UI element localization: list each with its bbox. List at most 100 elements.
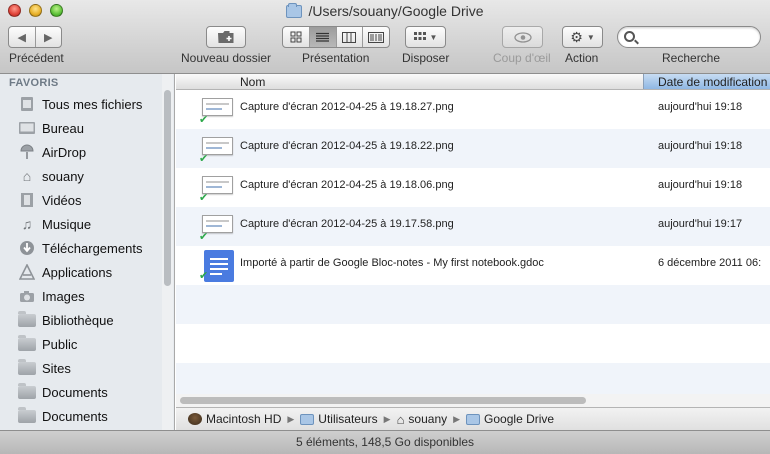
folder-icon — [18, 382, 36, 400]
sidebar-section-header: FAVORIS — [9, 77, 59, 89]
path-item-label: Google Drive — [484, 412, 555, 426]
sidebar-item-sites[interactable]: Sites — [18, 358, 71, 378]
path-item-google-drive[interactable]: Google Drive — [466, 412, 554, 426]
sidebar-scroll-thumb[interactable] — [164, 90, 171, 286]
sync-check-icon: ✔ — [199, 192, 209, 204]
sidebar-item-library[interactable]: Bibliothèque — [18, 310, 114, 330]
folder-icon — [466, 413, 481, 425]
file-date: aujourd'hui 19:18 — [658, 179, 743, 191]
arrange-label: Disposer — [402, 51, 450, 65]
list-view-button[interactable] — [309, 27, 337, 47]
airdrop-icon — [18, 144, 36, 160]
sidebar-item-public[interactable]: Public — [18, 334, 77, 354]
action-button[interactable]: ⚙ ▼ — [562, 26, 603, 48]
sidebar-item-downloads[interactable]: Téléchargements — [18, 238, 142, 258]
folder-icon — [300, 413, 315, 425]
file-date: aujourd'hui 19:18 — [658, 140, 743, 152]
file-date: aujourd'hui 19:17 — [658, 218, 743, 230]
file-list: Nom Date de modification ✔ Capture d'écr… — [176, 74, 770, 430]
arrange-button[interactable]: ▼ — [405, 26, 446, 48]
column-name-header[interactable]: Nom — [240, 75, 265, 89]
path-separator-icon: ▶ — [383, 413, 391, 424]
sync-check-icon: ✔ — [199, 231, 209, 243]
sidebar-item-label: souany — [42, 168, 84, 184]
sidebar-item-documents[interactable]: Documents — [18, 382, 108, 402]
sidebar-item-label: Images — [42, 288, 85, 304]
sidebar-item-images[interactable]: Images — [18, 286, 85, 306]
sidebar-item-music[interactable]: ♫ Musique — [18, 214, 91, 234]
table-row[interactable]: ✔ Capture d'écran 2012-04-25 à 19.17.58.… — [176, 207, 770, 246]
sidebar-item-documents-2[interactable]: Documents — [18, 406, 108, 426]
list-view-icon — [316, 32, 330, 42]
sync-check-icon: ✔ — [199, 270, 209, 282]
sidebar-item-label: Musique — [42, 216, 92, 232]
hard-drive-icon — [188, 413, 202, 425]
table-row[interactable]: ✔ Importé à partir de Google Bloc-notes … — [176, 246, 770, 285]
folder-icon — [18, 310, 36, 328]
back-arrow-icon[interactable]: ◀ — [9, 31, 35, 44]
table-row[interactable]: ✔ Capture d'écran 2012-04-25 à 19.18.27.… — [176, 90, 770, 129]
sidebar-item-home[interactable]: ⌂ souany — [18, 166, 84, 186]
applications-icon — [18, 264, 36, 280]
icon-view-button[interactable] — [283, 27, 310, 47]
sidebar-item-airdrop[interactable]: AirDrop — [18, 142, 86, 162]
sidebar-item-label: Vidéos — [42, 192, 82, 208]
all-files-icon — [18, 96, 36, 112]
sidebar-item-all-files[interactable]: Tous mes fichiers — [18, 94, 142, 114]
downloads-icon — [18, 240, 36, 256]
new-folder-icon — [218, 31, 234, 43]
new-folder-button[interactable] — [206, 26, 246, 48]
path-bar: Macintosh HD ▶ Utilisateurs ▶ ⌂ souany ▶… — [176, 407, 770, 430]
folder-icon — [18, 358, 36, 376]
path-item-home[interactable]: ⌂ souany — [397, 412, 448, 427]
empty-row — [176, 285, 770, 324]
sidebar-item-desktop[interactable]: Bureau — [18, 118, 84, 138]
search-icon — [624, 31, 635, 42]
sidebar-item-label: Bibliothèque — [42, 312, 114, 328]
view-mode-control — [282, 26, 390, 48]
window-title-text: /Users/souany/Google Drive — [308, 3, 484, 19]
presentation-label: Présentation — [302, 51, 370, 65]
google-doc-icon — [204, 250, 234, 282]
file-date: 6 décembre 2011 06: — [658, 257, 762, 269]
file-name: Importé à partir de Google Bloc-notes - … — [240, 257, 544, 269]
sidebar-item-label: AirDrop — [42, 144, 87, 160]
path-item-users[interactable]: Utilisateurs — [300, 412, 378, 426]
path-item-label: Utilisateurs — [318, 412, 378, 426]
sidebar-item-label: Public — [42, 336, 78, 352]
sidebar-item-label: Sites — [42, 360, 71, 376]
sidebar-item-label: Documents — [42, 384, 108, 400]
horizontal-scroll-thumb[interactable] — [180, 397, 586, 404]
file-name: Capture d'écran 2012-04-25 à 19.18.27.pn… — [240, 101, 454, 113]
icon-view-icon — [290, 31, 302, 43]
table-row[interactable]: ✔ Capture d'écran 2012-04-25 à 19.18.06.… — [176, 168, 770, 207]
sidebar-item-applications[interactable]: Applications — [18, 262, 112, 282]
camera-icon — [18, 288, 36, 304]
sync-check-icon: ✔ — [199, 114, 209, 126]
path-separator-icon: ▶ — [287, 413, 295, 424]
path-item-label: souany — [408, 412, 448, 426]
coverflow-view-button[interactable] — [363, 27, 389, 47]
back-label: Précédent — [9, 51, 64, 65]
folder-icon — [18, 334, 36, 352]
column-view-icon — [342, 31, 357, 43]
desktop-icon — [18, 120, 36, 136]
search-input[interactable] — [617, 26, 761, 48]
empty-row — [176, 363, 770, 394]
home-icon: ⌂ — [396, 411, 405, 427]
sidebar: FAVORIS Tous mes fichiers Bureau AirDrop… — [0, 74, 175, 430]
table-row[interactable]: ✔ Capture d'écran 2012-04-25 à 19.18.22.… — [176, 129, 770, 168]
eye-icon — [513, 31, 532, 43]
music-icon: ♫ — [21, 216, 33, 232]
column-date-header[interactable]: Date de modification — [643, 74, 770, 89]
path-item-label: Macintosh HD — [206, 412, 282, 426]
horizontal-scrollbar[interactable] — [176, 394, 770, 407]
path-item-disk[interactable]: Macintosh HD — [188, 412, 281, 426]
sidebar-scrollbar[interactable] — [162, 74, 173, 430]
sync-check-icon: ✔ — [199, 153, 209, 165]
quicklook-button[interactable] — [502, 26, 543, 48]
column-view-button[interactable] — [337, 27, 364, 47]
coverflow-view-icon — [368, 31, 385, 43]
sidebar-item-movies[interactable]: Vidéos — [18, 190, 82, 210]
forward-arrow-icon[interactable]: ▶ — [36, 31, 62, 44]
